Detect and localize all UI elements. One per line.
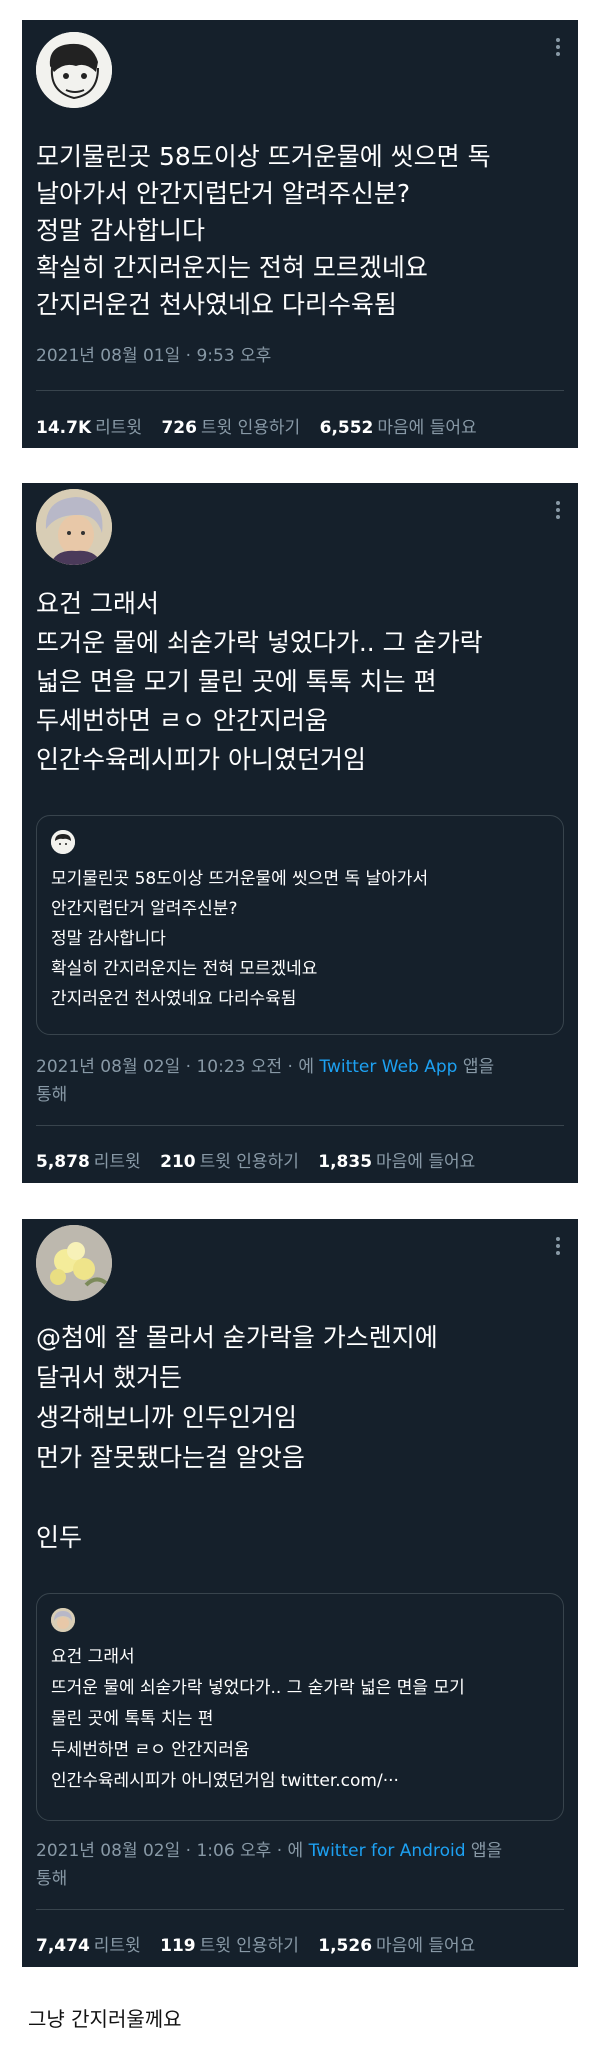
tweet-timestamp[interactable]: 2021년 08월 01일 · 9:53 오후	[36, 342, 564, 370]
like-count[interactable]: 1,526 마음에 들어요	[318, 1936, 475, 1956]
quote-count[interactable]: 726 트윗 인용하기	[161, 418, 300, 438]
quote-count[interactable]: 119 트윗 인용하기	[160, 1936, 299, 1956]
avatar[interactable]	[36, 489, 112, 565]
quoted-tweet[interactable]: 모기물린곳 58도이상 뜨거운물에 씻으면 독 날아가서 안간지럽단거 알려주신…	[36, 815, 564, 1035]
source-app-link[interactable]: Twitter Web App	[319, 1057, 457, 1077]
like-count[interactable]: 1,835 마음에 들어요	[318, 1152, 475, 1172]
avatar[interactable]	[36, 32, 112, 108]
tweet-timestamp[interactable]: 2021년 08월 02일 · 10:23 오전 · 에 Twitter Web…	[36, 1053, 564, 1109]
retweet-count[interactable]: 14.7K 리트윗	[36, 418, 142, 438]
quoted-avatar-drawing-icon	[51, 830, 75, 854]
tweet-text: 요건 그래서 뜨거운 물에 쇠숟가락 넣었다가.. 그 숟가락 넓은 면을 모기…	[36, 589, 483, 774]
quoted-avatar	[51, 1608, 75, 1632]
like-count[interactable]: 6,552 마음에 들어요	[320, 418, 477, 438]
avatar-drawing-icon	[36, 32, 112, 108]
divider	[36, 1125, 564, 1126]
tweet-stats: 7,474 리트윗 119 트윗 인용하기 1,526 마음에 들어요	[36, 1931, 564, 1956]
tweet-stats: 14.7K 리트윗 726 트윗 인용하기 6,552 마음에 들어요	[36, 413, 564, 438]
quoted-tweet-text: 모기물린곳 58도이상 뜨거운물에 씻으면 독 날아가서 안간지럽단거 알려주신…	[51, 869, 429, 1009]
divider	[36, 1909, 564, 1910]
source-app-link[interactable]: Twitter for Android	[309, 1841, 466, 1861]
avatar[interactable]	[36, 1225, 112, 1301]
quoted-avatar-character-icon	[51, 1608, 75, 1632]
divider	[36, 390, 564, 391]
retweet-count[interactable]: 7,474 리트윗	[36, 1936, 141, 1956]
tweet-card-3: @첨에 잘 몰라서 숟가락을 가스렌지에 달궈서 했거든 생각해보니까 인두인거…	[22, 1219, 578, 1967]
tweet-timestamp[interactable]: 2021년 08월 02일 · 1:06 오후 · 에 Twitter for …	[36, 1837, 564, 1893]
quoted-tweet[interactable]: 요건 그래서 뜨거운 물에 쇠숟가락 넣었다가.. 그 숟가락 넓은 면을 모기…	[36, 1593, 564, 1821]
avatar-flower-icon	[36, 1225, 112, 1301]
tweet-text: 모기물린곳 58도이상 뜨거운물에 씻으면 독 날아가서 안간지럽단거 알려주신…	[36, 142, 491, 319]
retweet-count[interactable]: 5,878 리트윗	[36, 1152, 141, 1172]
tweet-card-1: 모기물린곳 58도이상 뜨거운물에 씻으면 독 날아가서 안간지럽단거 알려주신…	[22, 20, 578, 448]
tweet-stats: 5,878 리트윗 210 트윗 인용하기 1,835 마음에 들어요	[36, 1147, 564, 1172]
tweet-card-2: 요건 그래서 뜨거운 물에 쇠숟가락 넣었다가.. 그 숟가락 넓은 면을 모기…	[22, 483, 578, 1183]
more-options-icon[interactable]	[556, 1237, 560, 1258]
more-options-icon[interactable]	[556, 501, 560, 522]
quoted-tweet-text: 요건 그래서 뜨거운 물에 쇠숟가락 넣었다가.. 그 숟가락 넓은 면을 모기…	[51, 1647, 465, 1791]
caption-text: 그냥 간지러울께요	[28, 2007, 182, 2031]
avatar-character-icon	[36, 489, 112, 565]
quoted-avatar	[51, 830, 75, 854]
more-options-icon[interactable]	[556, 38, 560, 59]
tweet-text: @첨에 잘 몰라서 숟가락을 가스렌지에 달궈서 했거든 생각해보니까 인두인거…	[36, 1323, 438, 1552]
quote-count[interactable]: 210 트윗 인용하기	[160, 1152, 299, 1172]
